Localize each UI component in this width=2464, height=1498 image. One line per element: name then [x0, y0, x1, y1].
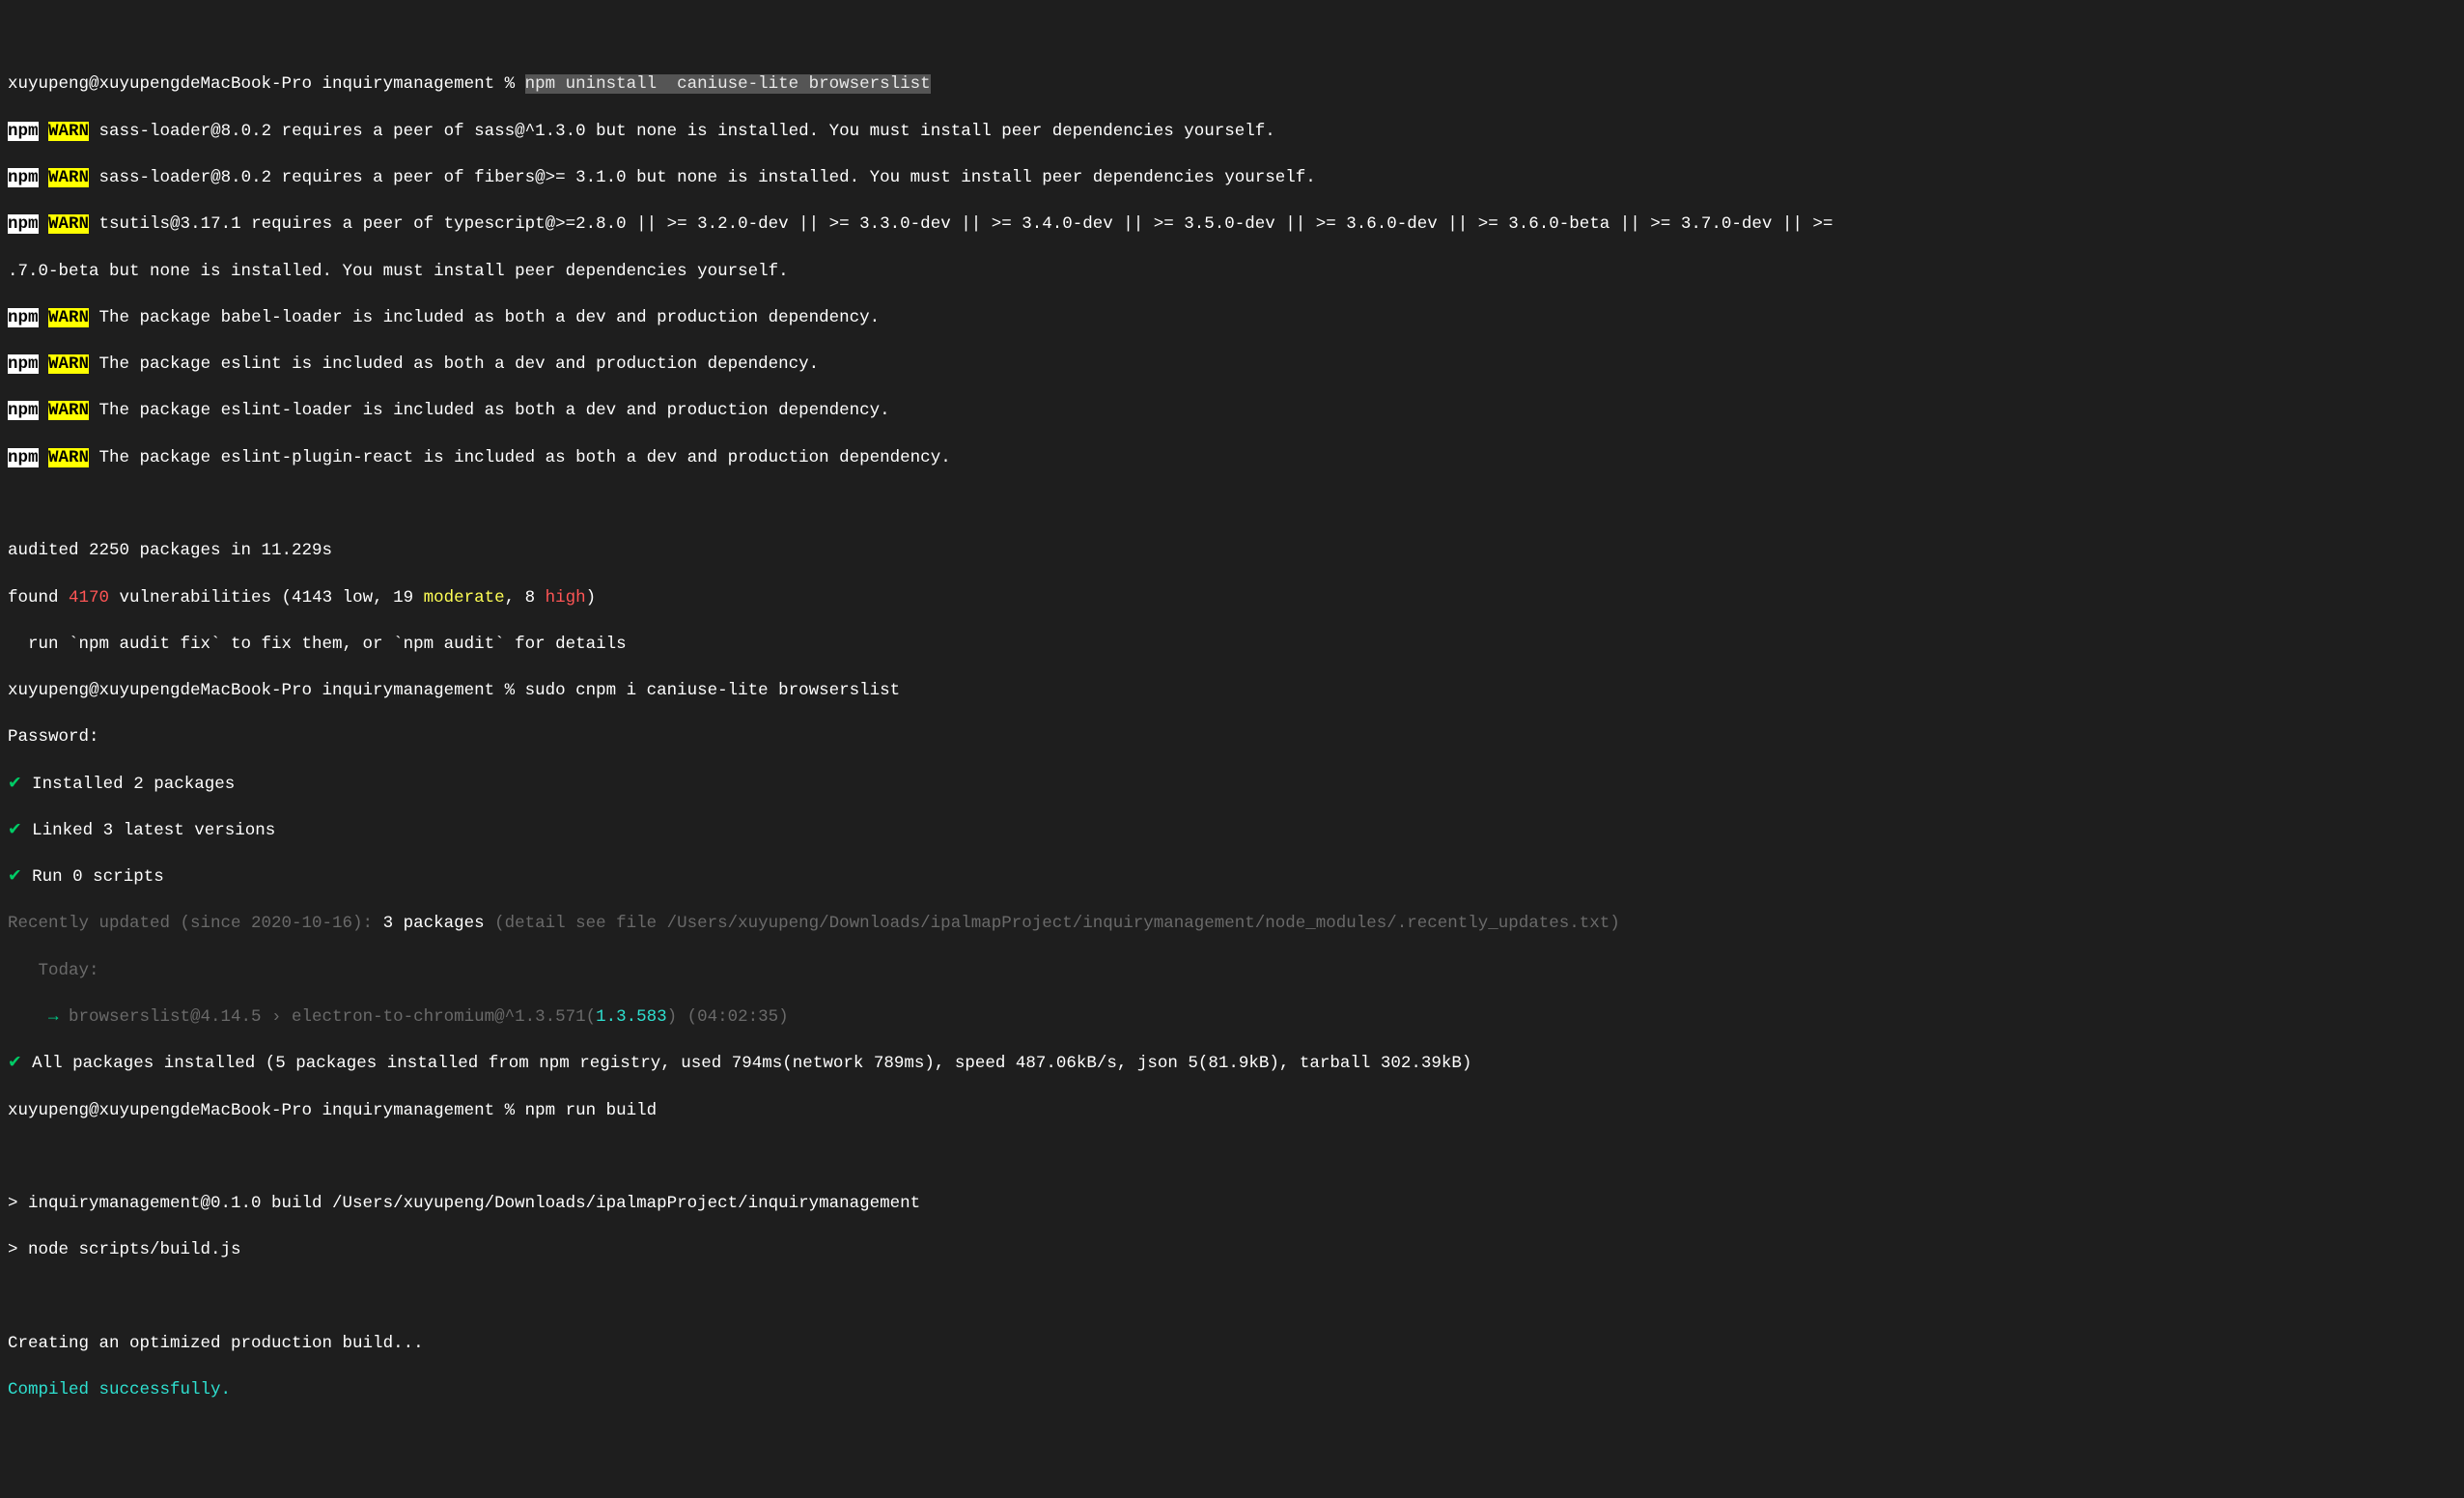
installed-line: ✔ Installed 2 packages — [8, 773, 2456, 796]
audit-hint: run `npm audit fix` to fix them, or `npm… — [8, 633, 2456, 656]
dep-text: browserslist@4.14.5 › electron-to-chromi… — [69, 1007, 596, 1027]
warn-line-6: npm WARN The package eslint-loader is in… — [8, 399, 2456, 422]
command-build: npm run build — [515, 1101, 657, 1120]
recently-updated: Recently updated (since 2020-10-16): 3 p… — [8, 912, 2456, 935]
dep-version: 1.3.583 — [596, 1007, 667, 1027]
warn-badge: WARN — [48, 122, 89, 141]
warn-text: The package eslint-plugin-react is inclu… — [89, 448, 951, 467]
run-line: ✔ Run 0 scripts — [8, 865, 2456, 889]
recent-prefix: Recently updated (since 2020-10-16): — [8, 914, 383, 933]
warn-text: The package babel-loader is included as … — [89, 308, 880, 327]
command-uninstall: npm uninstall caniuse-lite browserslist — [525, 74, 931, 94]
warn-text: sass-loader@8.0.2 requires a peer of sas… — [89, 122, 1275, 141]
dep-line: → browserslist@4.14.5 › electron-to-chro… — [8, 1005, 2456, 1029]
audit-summary: audited 2250 packages in 11.229s — [8, 539, 2456, 562]
recent-count: 3 — [383, 914, 394, 933]
prompt: xuyupeng@xuyupengdeMacBook-Pro inquiryma… — [8, 681, 515, 700]
warn-text: The package eslint-loader is included as… — [89, 401, 890, 420]
linked-line: ✔ Linked 3 latest versions — [8, 819, 2456, 842]
dep-time: (04:02:35) — [677, 1007, 789, 1027]
prompt: xuyupeng@xuyupengdeMacBook-Pro inquiryma… — [8, 1101, 515, 1120]
high-label: high — [546, 588, 586, 608]
dep-close: ) — [667, 1007, 678, 1027]
all-rest: (5 packages installed from npm registry,… — [255, 1054, 1471, 1073]
prompt: xuyupeng@xuyupengdeMacBook-Pro inquiryma… — [8, 74, 515, 94]
warn-badge: WARN — [48, 168, 89, 187]
today-label: Today: — [8, 959, 2456, 982]
check-icon: ✔ — [8, 821, 22, 840]
warn-line-3a: npm WARN tsutils@3.17.1 requires a peer … — [8, 212, 2456, 236]
npm-badge: npm — [8, 308, 39, 327]
warn-text: .7.0-beta but none is installed. You mus… — [8, 262, 789, 281]
recent-detail: (detail see file /Users/xuyupeng/Downloa… — [485, 914, 1620, 933]
warn-text: sass-loader@8.0.2 requires a peer of fib… — [89, 168, 1316, 187]
npm-badge: npm — [8, 122, 39, 141]
command-install: sudo cnpm i caniuse-lite browserslist — [515, 681, 900, 700]
warn-text: tsutils@3.17.1 requires a peer of typesc… — [89, 214, 1833, 234]
warn-text: The package eslint is included as both a… — [89, 354, 819, 374]
run-text: Run 0 scripts — [22, 867, 164, 887]
warn-line-7: npm WARN The package eslint-plugin-react… — [8, 446, 2456, 469]
all-installed: ✔ All packages installed (5 packages ins… — [8, 1052, 2456, 1075]
check-icon: ✔ — [8, 775, 22, 794]
blank-line — [8, 1145, 2456, 1169]
moderate-label: moderate — [424, 588, 505, 608]
warn-badge: WARN — [48, 214, 89, 234]
warn-line-2: npm WARN sass-loader@8.0.2 requires a pe… — [8, 166, 2456, 189]
compiled-success: Compiled successfully. — [8, 1378, 2456, 1401]
vuln-close: ) — [586, 588, 597, 608]
prompt-line-2[interactable]: xuyupeng@xuyupengdeMacBook-Pro inquiryma… — [8, 679, 2456, 702]
npm-badge: npm — [8, 214, 39, 234]
found-prefix: found — [8, 588, 69, 608]
vuln-count: 4170 — [69, 588, 109, 608]
blank-line — [8, 493, 2456, 516]
arrow-icon: → — [8, 1007, 69, 1027]
warn-line-1: npm WARN sass-loader@8.0.2 requires a pe… — [8, 120, 2456, 143]
warn-badge: WARN — [48, 308, 89, 327]
check-icon: ✔ — [8, 867, 22, 887]
installed-text: Installed 2 packages — [22, 775, 236, 794]
npm-badge: npm — [8, 354, 39, 374]
prompt-line-3[interactable]: xuyupeng@xuyupengdeMacBook-Pro inquiryma… — [8, 1099, 2456, 1122]
prompt-line-1[interactable]: xuyupeng@xuyupengdeMacBook-Pro inquiryma… — [8, 72, 2456, 96]
vuln-mid: , 8 — [505, 588, 546, 608]
npm-badge: npm — [8, 168, 39, 187]
password-prompt[interactable]: Password: — [8, 725, 2456, 749]
linked-text: Linked 3 latest versions — [22, 821, 276, 840]
all-prefix: All packages installed — [22, 1054, 256, 1073]
creating-build: Creating an optimized production build..… — [8, 1332, 2456, 1355]
blank-line — [8, 1286, 2456, 1309]
warn-line-5: npm WARN The package eslint is included … — [8, 353, 2456, 376]
recent-pkgs: packages — [393, 914, 485, 933]
warn-badge: WARN — [48, 448, 89, 467]
npm-badge: npm — [8, 401, 39, 420]
warn-line-3b: .7.0-beta but none is installed. You mus… — [8, 260, 2456, 283]
check-icon: ✔ — [8, 1054, 22, 1073]
build-header-2: > node scripts/build.js — [8, 1238, 2456, 1261]
npm-badge: npm — [8, 448, 39, 467]
build-header-1: > inquirymanagement@0.1.0 build /Users/x… — [8, 1192, 2456, 1215]
warn-badge: WARN — [48, 354, 89, 374]
warn-badge: WARN — [48, 401, 89, 420]
low-label: low — [343, 588, 374, 608]
warn-line-4: npm WARN The package babel-loader is inc… — [8, 306, 2456, 329]
vuln-mid: vulnerabilities (4143 — [109, 588, 343, 608]
vuln-summary: found 4170 vulnerabilities (4143 low, 19… — [8, 586, 2456, 609]
vuln-mid: , 19 — [373, 588, 424, 608]
